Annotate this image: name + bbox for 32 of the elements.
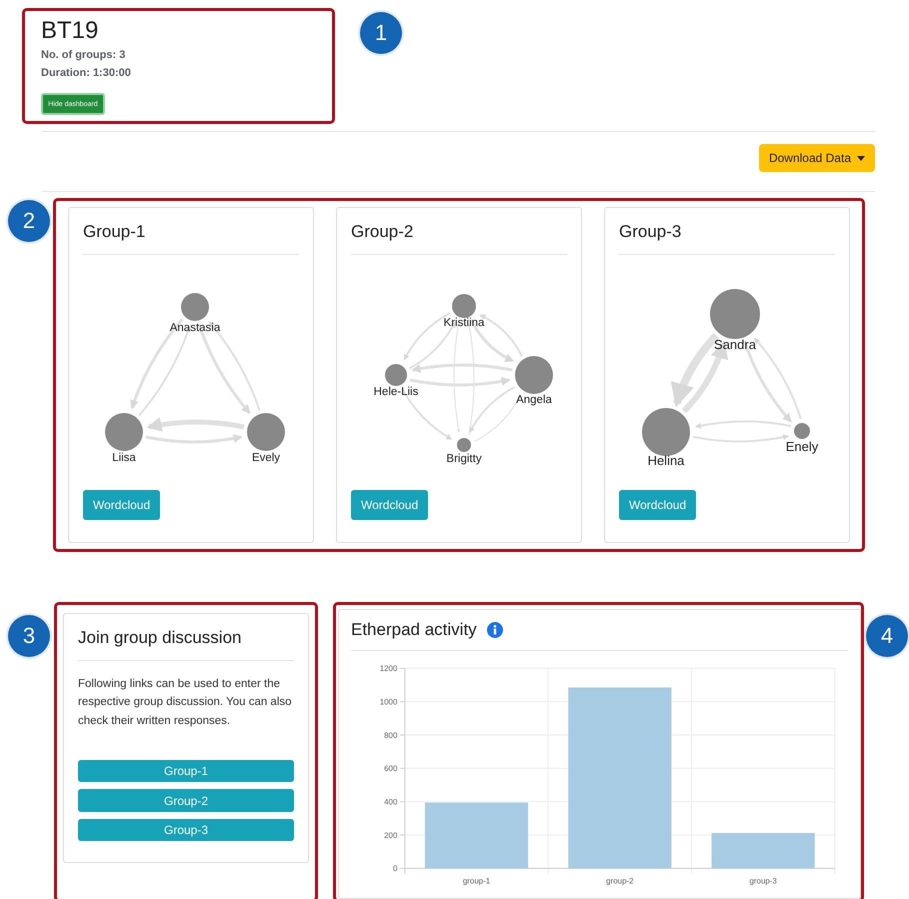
node-label: Helina (648, 453, 684, 468)
session-detail: Duration: 1:30:00 (41, 67, 132, 79)
node-label: Sandra (714, 337, 756, 352)
card-title: Group-1 (83, 222, 299, 255)
wordcloud-button[interactable]: Wordcloud (83, 490, 160, 520)
callout-badge: 1 (360, 12, 402, 54)
node-label: Enely (786, 439, 818, 454)
session-detail: No. of groups: 3 (41, 49, 126, 61)
node-label: Liisa (112, 452, 136, 464)
session-title: BT19 (41, 17, 100, 45)
callout-badge: 2 (8, 200, 50, 242)
group-link-button[interactable]: Group-2 (78, 789, 294, 812)
wordcloud-button[interactable]: Wordcloud (351, 490, 428, 520)
node-label: Evely (252, 452, 280, 464)
node-label: Hele-Liis (374, 386, 418, 398)
callout-badge: 3 (8, 615, 50, 657)
download-button[interactable]: Download Data (758, 144, 875, 172)
card-title: Group-3 (619, 222, 835, 255)
group-link-button[interactable]: Group-3 (78, 818, 294, 842)
wordcloud-button[interactable]: Wordcloud (619, 490, 696, 520)
caret-icon (857, 156, 865, 160)
info-icon[interactable] (486, 622, 503, 638)
card-title: Join group discussion (78, 628, 294, 661)
card-title: Etherpad activity (351, 620, 477, 640)
group-link-button[interactable]: Group-1 (78, 760, 294, 782)
node-label: Kristiina (444, 317, 484, 329)
node-label: Brigitty (446, 453, 482, 465)
node-label: Angela (516, 394, 552, 406)
callout-badge: 4 (866, 615, 908, 657)
card-title: Group-2 (351, 222, 567, 255)
card-text: Following links can be used to enter the respective group discussion. You can also check their written responses. (78, 677, 293, 729)
node-label: Anastasia (170, 322, 220, 334)
